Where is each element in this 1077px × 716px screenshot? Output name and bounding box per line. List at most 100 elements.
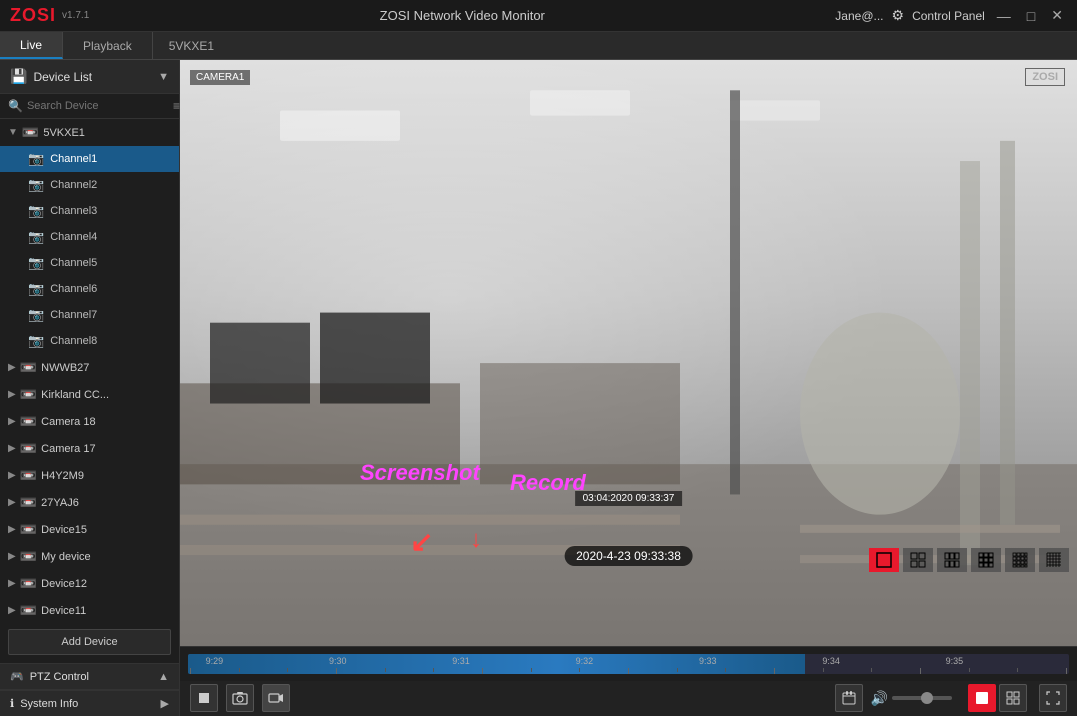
device-group-header-mydevice[interactable]: ▶ 📼 My device xyxy=(0,543,179,570)
channel-item-ch6[interactable]: 📷 Channel6 xyxy=(0,276,179,302)
chevron-right-icon: ▶ xyxy=(8,362,16,373)
device-group-header-device12[interactable]: ▶ 📼 Device12 xyxy=(0,570,179,597)
grid-1x1-button[interactable] xyxy=(869,548,899,572)
timeline-label-935: 9:35 xyxy=(946,656,964,666)
dvr-icon: 📼 xyxy=(22,124,39,141)
timeline[interactable]: 9:29 9:30 9:31 9:32 9:33 9:34 9:35 xyxy=(180,647,1077,681)
channel-label-ch7: Channel7 xyxy=(50,309,97,321)
maximize-button[interactable]: □ xyxy=(1023,8,1039,24)
ptz-control-label: PTZ Control xyxy=(30,671,89,683)
minimize-button[interactable]: — xyxy=(993,8,1015,24)
device-name-device12: Device12 xyxy=(41,578,87,590)
timeline-label-931: 9:31 xyxy=(452,656,470,666)
timeline-label-930: 9:30 xyxy=(329,656,347,666)
list-icon[interactable]: ≡ xyxy=(173,99,180,113)
device-group-header-device11[interactable]: ▶ 📼 Device11 xyxy=(0,597,179,621)
device-name-camera18: Camera 18 xyxy=(41,416,95,428)
volume-icon[interactable]: 🔊 xyxy=(871,690,888,707)
add-device-button[interactable]: Add Device xyxy=(8,629,171,655)
channel-item-ch8[interactable]: 📷 Channel8 xyxy=(0,328,179,354)
device-group-header-device15[interactable]: ▶ 📼 Device15 xyxy=(0,516,179,543)
chevron-right-icon: ▶ xyxy=(8,578,16,589)
channel-item-ch4[interactable]: 📷 Channel4 xyxy=(0,224,179,250)
camera-icon: 📷 xyxy=(28,333,44,349)
video-viewport[interactable]: CAMERA1 ZOSI 03:04:2020 09:33:37 Screens… xyxy=(180,60,1077,646)
annotation-screenshot: Screenshot xyxy=(360,460,480,486)
sidebar: 💾 Device List ▼ 🔍 ≡ ▼ 📼 5VKXE1 📷 xyxy=(0,60,180,716)
title-bar-right: Jane@... ⚙ Control Panel — □ ✕ xyxy=(835,7,1067,24)
device-group-header-camera17[interactable]: ▶ 📼 Camera 17 xyxy=(0,435,179,462)
layout-buttons xyxy=(968,684,1027,712)
layout-quad-button[interactable] xyxy=(999,684,1027,712)
chevron-right-icon: ▶ xyxy=(8,551,16,562)
channel-label-ch5: Channel5 xyxy=(50,257,97,269)
ptz-icon: 🎮 xyxy=(10,670,24,683)
device-group-5vkxe1: ▼ 📼 5VKXE1 📷 Channel1 📷 Channel2 📷 Chann… xyxy=(0,119,179,354)
device-name-camera17: Camera 17 xyxy=(41,443,95,455)
dvr-icon: 📼 xyxy=(20,548,37,565)
channel-label-ch2: Channel2 xyxy=(50,179,97,191)
device-list-header[interactable]: 💾 Device List ▼ xyxy=(0,60,179,94)
device-group-header-27yaj6[interactable]: ▶ 📼 27YAJ6 xyxy=(0,489,179,516)
dvr-icon: 📼 xyxy=(20,359,37,376)
hdd-icon: 💾 xyxy=(10,68,27,85)
fullscreen-button[interactable] xyxy=(1039,684,1067,712)
camera-icon: 📷 xyxy=(28,203,44,219)
layout-single-button[interactable] xyxy=(968,684,996,712)
dvr-icon: 📼 xyxy=(20,467,37,484)
grid-2x3-button[interactable] xyxy=(937,548,967,572)
device-group-header-kirkland[interactable]: ▶ 📼 Kirkland CC... xyxy=(0,381,179,408)
device-name-nwwb27: NWWB27 xyxy=(41,362,89,374)
channel-item-ch5[interactable]: 📷 Channel5 xyxy=(0,250,179,276)
search-input[interactable] xyxy=(27,100,169,112)
device-name-27yaj6: 27YAJ6 xyxy=(41,497,79,509)
grid-2x2-button[interactable] xyxy=(903,548,933,572)
tab-playback[interactable]: Playback xyxy=(63,32,153,59)
dvr-icon: 📼 xyxy=(20,602,37,619)
ptz-control-header[interactable]: 🎮 PTZ Control ▲ xyxy=(0,663,179,690)
record-button[interactable] xyxy=(262,684,290,712)
control-panel-label[interactable]: Control Panel xyxy=(912,9,985,23)
chevron-down-icon: ▼ xyxy=(8,127,18,138)
chevron-right-icon: ▶ xyxy=(8,443,16,454)
tab-live[interactable]: Live xyxy=(0,32,63,59)
device-group-header-nwwb27[interactable]: ▶ 📼 NWWB27 xyxy=(0,354,179,381)
timeline-track[interactable]: 9:29 9:30 9:31 9:32 9:33 9:34 9:35 xyxy=(188,654,1069,674)
device-name-mydevice: My device xyxy=(41,551,91,563)
timeline-label-934: 9:34 xyxy=(822,656,840,666)
device-tree: ▼ 📼 5VKXE1 📷 Channel1 📷 Channel2 📷 Chann… xyxy=(0,119,179,621)
calendar-button[interactable] xyxy=(835,684,863,712)
stop-button[interactable] xyxy=(190,684,218,712)
channel-label-ch1: Channel1 xyxy=(50,153,97,165)
volume-slider[interactable] xyxy=(892,696,952,700)
active-channel-tab: 5VKXE1 xyxy=(153,32,230,59)
info-icon: ℹ xyxy=(10,697,14,710)
gear-icon[interactable]: ⚙ xyxy=(892,7,905,24)
device-group-header-h4y2m9[interactable]: ▶ 📼 H4Y2M9 xyxy=(0,462,179,489)
grid-buttons xyxy=(869,548,1069,572)
dvr-icon: 📼 xyxy=(20,440,37,457)
chevron-right-icon: ▶ xyxy=(8,470,16,481)
chevron-right-icon: ▶ xyxy=(8,497,16,508)
channel-item-ch2[interactable]: 📷 Channel2 xyxy=(0,172,179,198)
device-group-header-5vkxe1[interactable]: ▼ 📼 5VKXE1 xyxy=(0,119,179,146)
grid-3x3-button[interactable] xyxy=(971,548,1001,572)
grid-5x5-button[interactable] xyxy=(1039,548,1069,572)
device-group-header-camera18[interactable]: ▶ 📼 Camera 18 xyxy=(0,408,179,435)
volume-area: 🔊 xyxy=(871,690,952,707)
channel-item-ch3[interactable]: 📷 Channel3 xyxy=(0,198,179,224)
close-button[interactable]: ✕ xyxy=(1047,7,1067,24)
app-title: ZOSI Network Video Monitor xyxy=(380,8,545,23)
channel-item-ch1[interactable]: 📷 Channel1 xyxy=(0,146,179,172)
watermark: ZOSI xyxy=(1025,68,1065,86)
screenshot-button[interactable] xyxy=(226,684,254,712)
title-bar-left: ZOSI v1.7.1 xyxy=(10,5,89,26)
arrow-screenshot: ↙ xyxy=(410,525,433,558)
system-info-header[interactable]: ℹ System Info ▶ xyxy=(0,690,179,716)
tab-bar: Live Playback 5VKXE1 xyxy=(0,32,1077,60)
main-area: 💾 Device List ▼ 🔍 ≡ ▼ 📼 5VKXE1 📷 xyxy=(0,60,1077,716)
channel-label-ch4: Channel4 xyxy=(50,231,97,243)
camera-icon: 📷 xyxy=(28,177,44,193)
channel-item-ch7[interactable]: 📷 Channel7 xyxy=(0,302,179,328)
grid-4x4-button[interactable] xyxy=(1005,548,1035,572)
